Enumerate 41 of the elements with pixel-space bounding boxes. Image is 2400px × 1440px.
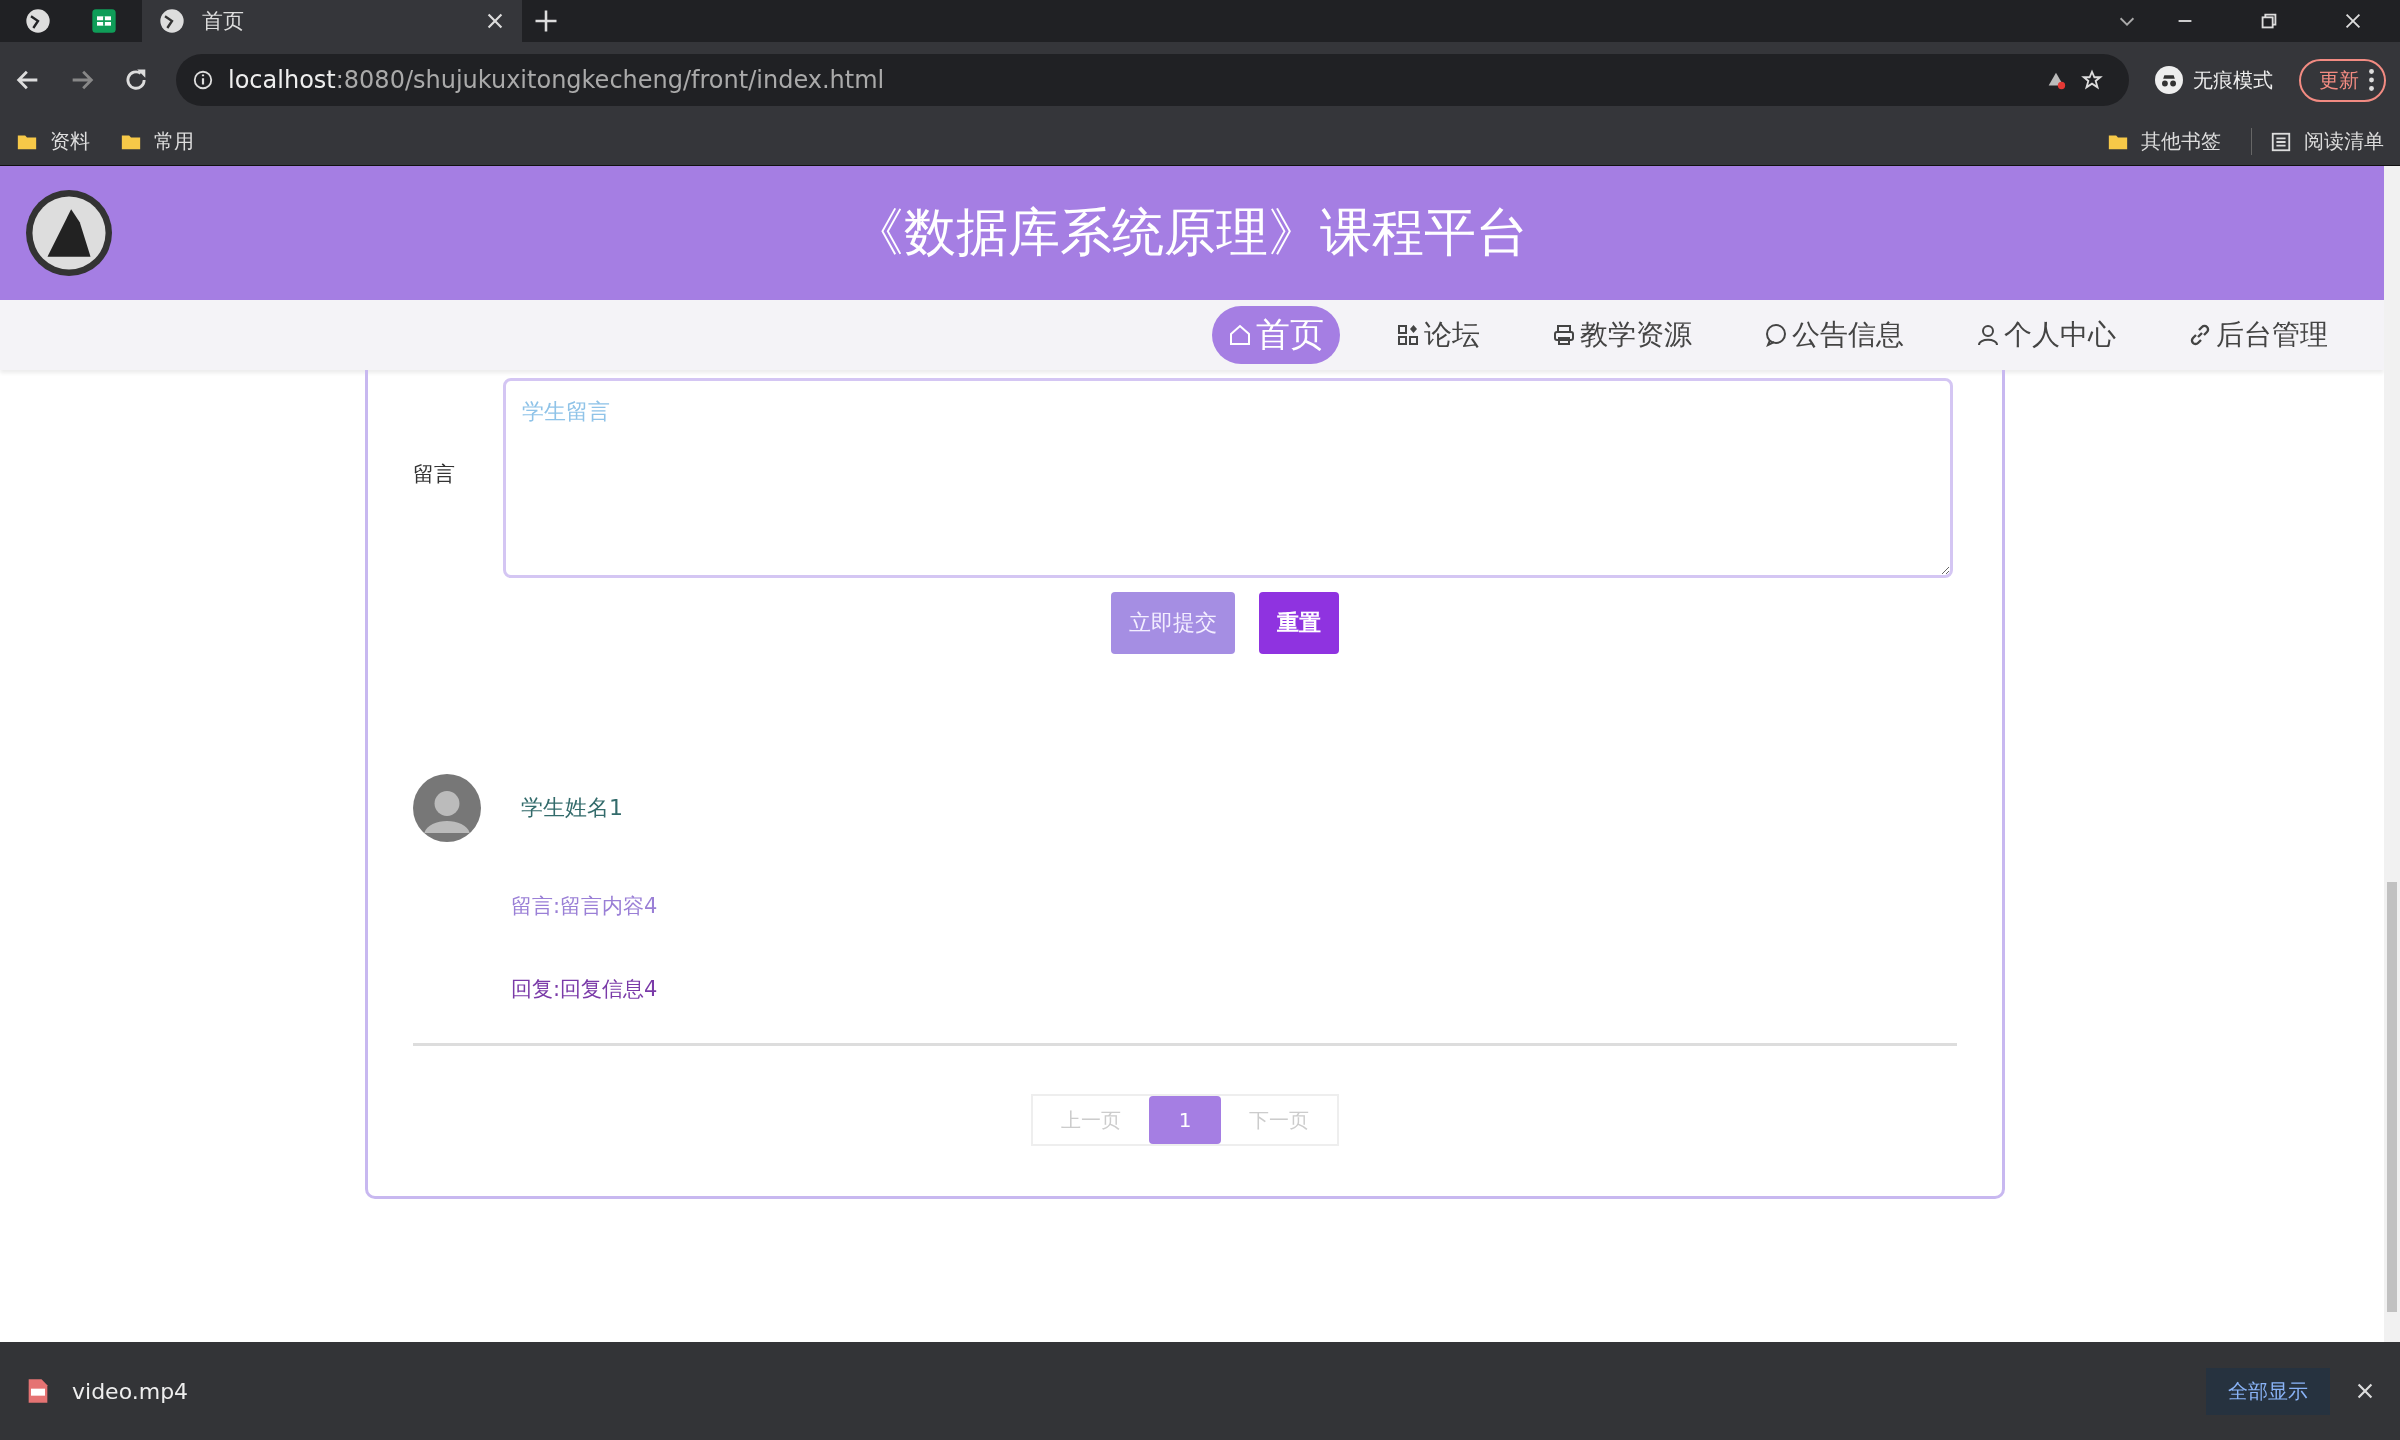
scrollbar[interactable]: [2384, 166, 2400, 1342]
reply-text: 回复:回复信息4: [511, 976, 659, 1003]
tab-title: 首页: [202, 8, 245, 35]
avatar: [413, 774, 481, 842]
address-field[interactable]: localhost:8080/shujukuxitongkecheng/front/index.html: [176, 54, 2129, 106]
student-name: 学生姓名1: [521, 794, 623, 822]
speech-bubble-icon: [1764, 323, 1788, 347]
home-icon: [1228, 323, 1252, 347]
reading-list-button[interactable]: 阅读清单: [2251, 128, 2384, 155]
incognito-button[interactable]: 无痕模式: [2155, 66, 2273, 94]
list-icon: [2270, 130, 2292, 153]
update-button[interactable]: 更新: [2299, 58, 2386, 102]
url-text: localhost:8080/shujukuxitongkecheng/front/index.html: [228, 66, 885, 94]
spreadsheet-icon[interactable]: [90, 7, 118, 35]
printer-icon: [1552, 323, 1576, 347]
form-label: 留言: [413, 461, 456, 488]
incognito-icon: [2155, 66, 2183, 94]
logo-icon: [26, 190, 112, 276]
browser-icon[interactable]: [24, 7, 52, 35]
link-icon: [2188, 323, 2212, 347]
info-icon: [192, 69, 214, 91]
message-text: 留言:留言内容4: [511, 893, 659, 920]
nav-item[interactable]: 个人中心: [1960, 310, 2132, 360]
message-field[interactable]: 学生留言: [503, 378, 1953, 578]
user-icon: [1976, 323, 2000, 347]
more-icon: [2369, 69, 2374, 91]
bookmark[interactable]: 资料: [16, 128, 90, 155]
bookmark[interactable]: 其他书签: [2107, 128, 2221, 155]
download-item[interactable]: video.mp4: [24, 1377, 189, 1405]
bookmark[interactable]: 常用: [120, 128, 194, 155]
nav-item[interactable]: 论坛: [1380, 310, 1496, 360]
reset-button[interactable]: 重置: [1259, 592, 1339, 654]
show-all-button[interactable]: 全部显示: [2206, 1367, 2330, 1415]
site-title: 《数据库系统原理》课程平台: [851, 201, 1529, 264]
nav-item[interactable]: 教学资源: [1536, 310, 1708, 360]
nav-item[interactable]: 后台管理: [2172, 310, 2344, 360]
scrollbar-thumb[interactable]: [2387, 882, 2397, 1312]
grid-icon: [1396, 323, 1420, 347]
nav-item[interactable]: 公告信息: [1748, 310, 1920, 360]
star-icon[interactable]: [2081, 69, 2103, 91]
browser-tab[interactable]: 首页: [142, 0, 522, 42]
